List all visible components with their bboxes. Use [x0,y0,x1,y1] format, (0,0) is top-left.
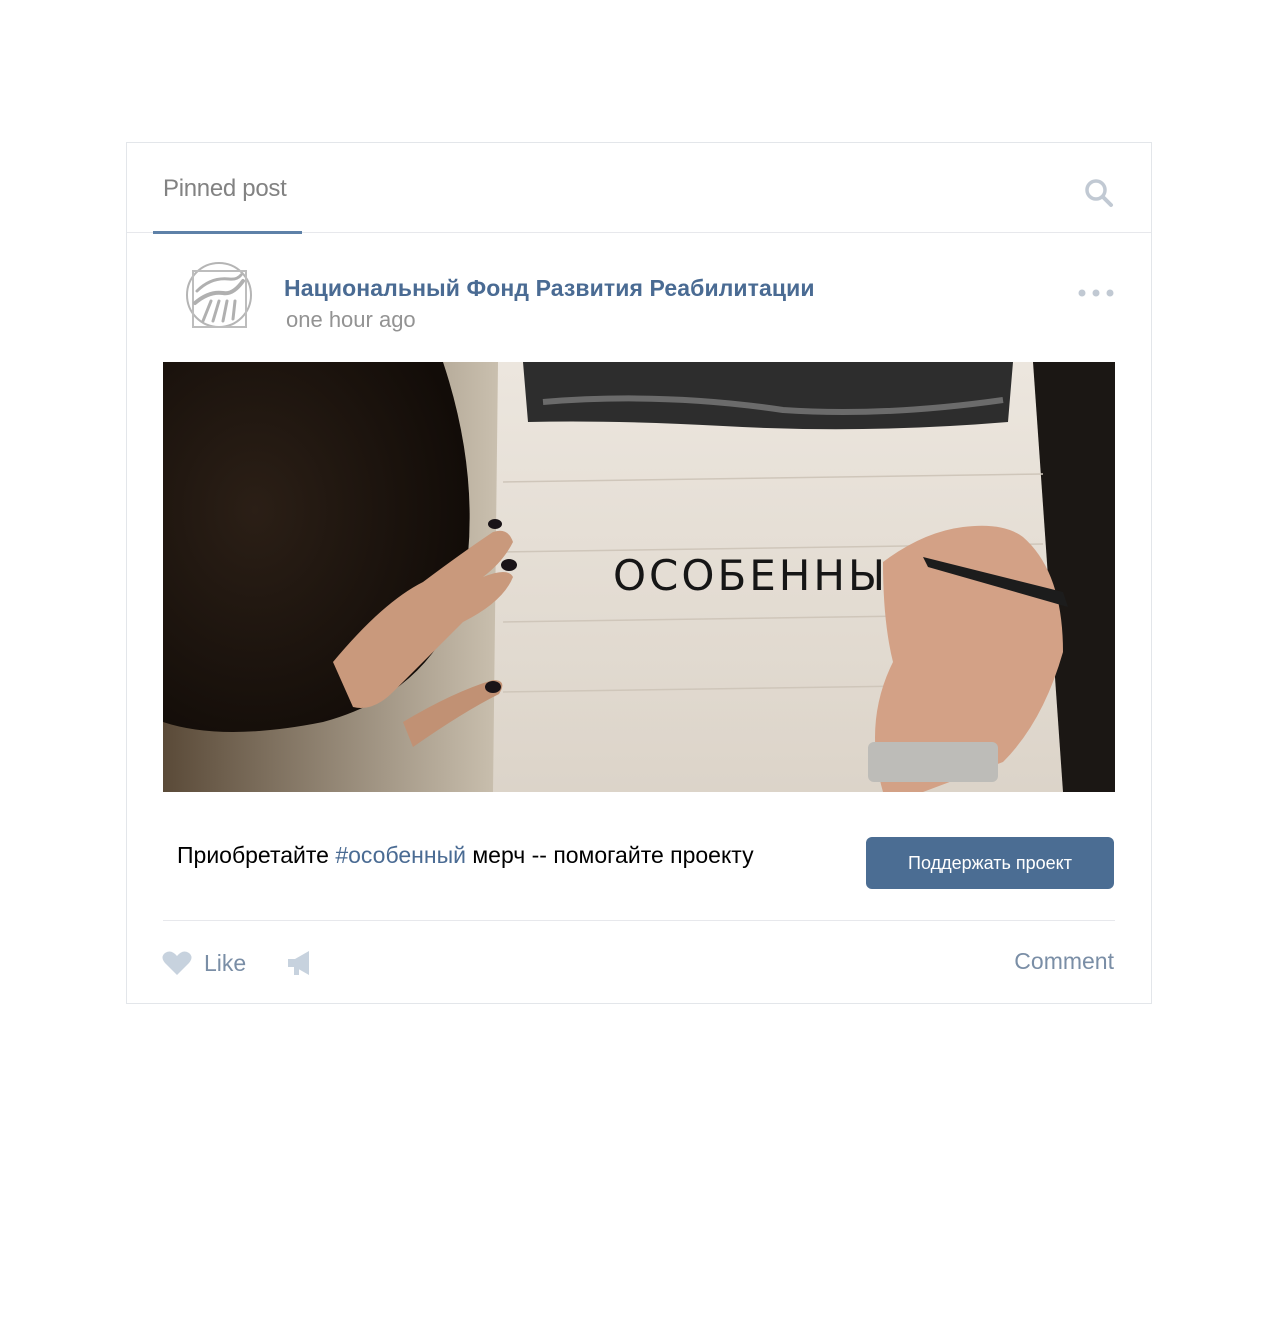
comment-button[interactable]: Comment [1014,948,1114,975]
tab-pinned-post-label: Pinned post [163,175,287,202]
post-card: Pinned post Национальный Фонд Развития Р… [126,142,1152,1004]
post-text-before: Приобретайте [177,842,336,868]
heart-icon [162,951,192,975]
foundation-logo-icon [186,262,252,328]
photo-handwritten-text: ОСОБЕННЫ [613,551,888,600]
post-text-after: мерч -- помогайте проекту [465,842,754,868]
support-project-button[interactable]: Поддержать проект [866,837,1114,889]
search-button[interactable] [1083,177,1117,211]
post-photo[interactable]: ОСОБЕННЫ [163,362,1115,792]
megaphone-icon [288,951,309,975]
post-actions: Like Comment [127,938,1151,988]
tab-pinned-post[interactable]: Pinned post [153,143,302,234]
divider [163,920,1115,921]
post-text-row: Приобретайте #особенный мерч -- помогайт… [127,833,1151,893]
search-icon [1085,179,1113,207]
tab-bar: Pinned post [127,143,1151,234]
photo-image: ОСОБЕННЫ [163,362,1115,792]
share-button[interactable] [285,948,315,978]
post-timestamp[interactable]: one hour ago [286,307,416,333]
author-name[interactable]: Национальный Фонд Развития Реабилитации [284,275,815,302]
more-options-button[interactable] [1077,285,1115,301]
avatar[interactable] [183,261,255,333]
like-button[interactable]: Like [162,946,246,980]
post-text: Приобретайте #особенный мерч -- помогайт… [177,842,754,869]
like-label: Like [204,949,247,976]
post-hashtag[interactable]: #особенный [335,842,466,868]
post-header: Национальный Фонд Развития Реабилитации … [127,233,1151,353]
more-dots-icon [1078,289,1114,297]
